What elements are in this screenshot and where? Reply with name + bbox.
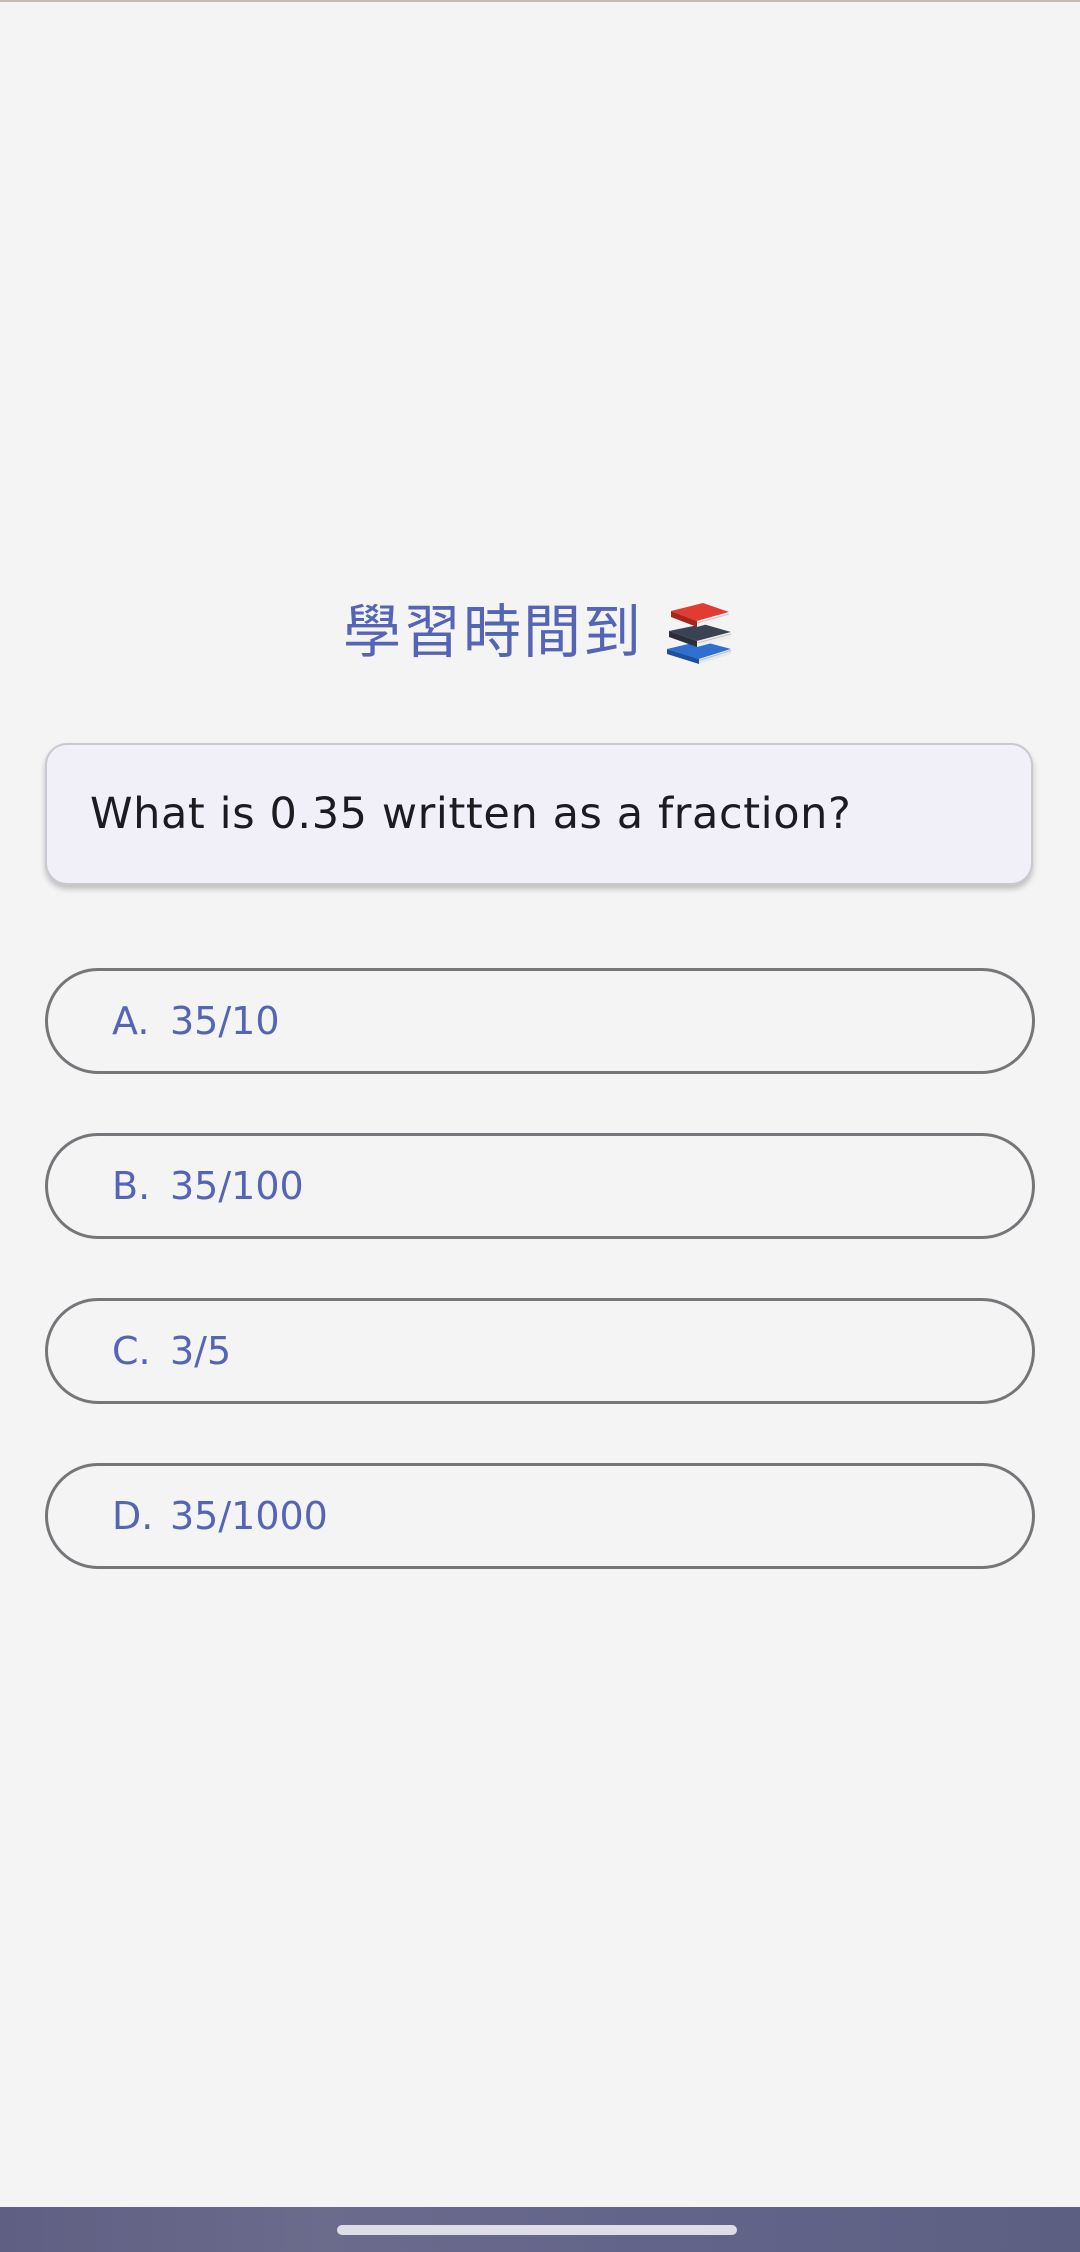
- option-letter: D.: [112, 1494, 154, 1538]
- question-card: What is 0.35 written as a fraction?: [45, 743, 1033, 885]
- option-value: 35/100: [170, 1164, 304, 1208]
- books-icon: [667, 603, 732, 664]
- option-letter: A.: [112, 999, 150, 1043]
- question-text: What is 0.35 written as a fraction?: [90, 789, 852, 839]
- home-indicator[interactable]: [337, 2225, 737, 2235]
- option-c-button[interactable]: C. 3/5: [45, 1298, 1035, 1404]
- option-b-button[interactable]: B. 35/100: [45, 1133, 1035, 1239]
- option-d-button[interactable]: D. 35/1000: [45, 1463, 1035, 1569]
- option-a-button[interactable]: A. 35/10: [45, 968, 1035, 1074]
- option-letter: B.: [112, 1164, 151, 1208]
- page-title: 學習時間到: [0, 592, 1080, 672]
- option-value: 35/1000: [170, 1494, 328, 1538]
- status-divider: [0, 0, 1080, 2]
- option-value: 3/5: [170, 1329, 232, 1373]
- option-letter: C.: [112, 1329, 151, 1373]
- page-title-text: 學習時間到: [342, 598, 643, 666]
- option-value: 35/10: [170, 999, 280, 1043]
